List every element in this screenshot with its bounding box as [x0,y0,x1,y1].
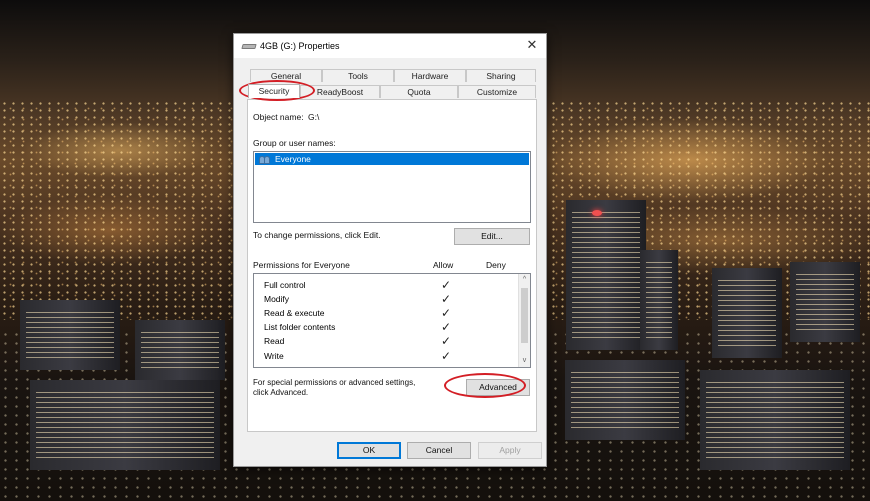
permission-name: Modify [264,294,290,304]
permission-row-write: Write ✓ [264,349,504,364]
group-name: Everyone [275,154,311,164]
checkmark-icon: ✓ [441,320,452,334]
tab-sharing[interactable]: Sharing [466,69,536,82]
building [700,370,850,470]
building [565,360,685,440]
permission-row-read: Read ✓ [264,334,504,349]
checkmark-icon: ✓ [441,306,452,320]
dialog-title: 4GB (G:) Properties [260,41,340,51]
scroll-thumb[interactable] [521,288,528,343]
users-icon [259,154,272,164]
checkmark-icon: ✓ [441,349,452,363]
scroll-up-arrow-icon[interactable]: ^ [519,274,530,286]
permission-name: List folder contents [264,322,336,332]
advanced-hint-line2: click Advanced. [253,388,309,397]
tab-hardware[interactable]: Hardware [394,69,466,82]
ok-button[interactable]: OK [337,442,401,459]
close-button[interactable]: ✕ [524,38,540,54]
advanced-button-highlight [444,373,526,398]
permissions-list[interactable]: Full control ✓ Modify ✓ Read & execute ✓… [253,273,531,368]
building [790,262,860,342]
cancel-button[interactable]: Cancel [407,442,471,459]
tab-security[interactable]: Security [248,84,300,98]
tab-quota[interactable]: Quota [380,85,458,98]
title-bar: 4GB (G:) Properties ✕ [234,34,546,58]
checkmark-icon: ✓ [441,292,452,306]
scroll-down-arrow-icon[interactable]: v [519,355,530,367]
edit-button[interactable]: Edit... [454,228,530,245]
allow-header: Allow [433,260,454,270]
building [640,250,678,350]
permission-row-full-control: Full control ✓ [264,278,504,293]
permissions-header: Permissions for Everyone [253,260,350,270]
list-item-everyone[interactable]: Everyone [255,153,529,165]
object-name-label: Object name: [253,112,304,122]
permission-row-read-execute: Read & execute ✓ [264,306,504,321]
group-label: Group or user names: [253,138,336,148]
advanced-hint-line1: For special permissions or advanced sett… [253,378,416,387]
checkmark-icon: ✓ [441,278,452,292]
permission-row-modify: Modify ✓ [264,292,504,307]
group-listbox[interactable]: Everyone [253,151,531,223]
building [135,320,225,380]
permission-name: Read [264,336,285,346]
tab-tools[interactable]: Tools [322,69,394,82]
tower-beacon [592,210,602,216]
permission-name: Full control [264,280,306,290]
deny-header: Deny [486,260,506,270]
drive-icon [241,44,257,49]
permission-name: Write [264,351,284,361]
apply-button[interactable]: Apply [478,442,542,459]
building [20,300,120,370]
building [712,268,782,358]
building [30,380,220,470]
checkmark-icon: ✓ [441,334,452,348]
skyscraper [566,200,646,350]
permission-row-list-folder: List folder contents ✓ [264,320,504,335]
object-name-value: G:\ [308,112,320,122]
permissions-scrollbar[interactable]: ^ v [518,274,530,367]
tab-customize[interactable]: Customize [458,85,536,98]
change-permissions-hint: To change permissions, click Edit. [253,230,381,240]
permission-name: Read & execute [264,308,325,318]
